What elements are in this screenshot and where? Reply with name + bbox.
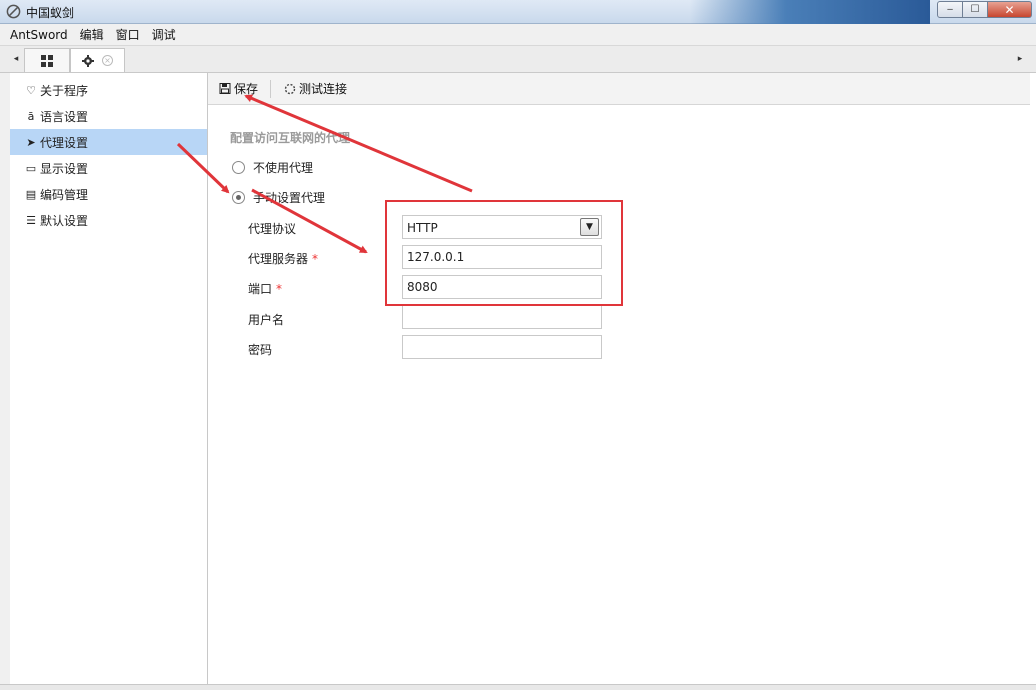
menubar: AntSword 编辑 窗口 调试 (0, 24, 1036, 46)
port-label: 端口 * (248, 280, 282, 297)
menu-window[interactable]: 窗口 (110, 26, 146, 43)
sliders-icon: ☰ (26, 213, 36, 227)
floppy-disk-icon (219, 83, 231, 94)
tab-close-icon[interactable]: × (102, 55, 113, 66)
save-label: 保存 (234, 82, 259, 96)
menu-debug[interactable]: 调试 (146, 26, 182, 43)
sidebar-item-about[interactable]: ♡ 关于程序 (10, 77, 207, 103)
proxy-settings-panel: 保存 测试连接 配置访问互联网的代理 不使用代理 手动设置代理 代理协议 HTT… (208, 73, 1030, 684)
maximize-button[interactable]: ☐ (963, 1, 988, 18)
sidebar-item-label: 关于程序 (40, 83, 89, 98)
sidebar-item-proxy[interactable]: ➤ 代理设置 (10, 129, 207, 155)
window-bottom-edge (0, 684, 1036, 690)
sidebar-item-encoding[interactable]: ▤ 编码管理 (10, 181, 207, 207)
minimize-button[interactable]: ‒ (937, 1, 963, 18)
manual-proxy-label: 手动设置代理 (253, 191, 326, 205)
window-controls: ‒ ☐ ✕ (937, 1, 1032, 18)
required-mark: * (312, 252, 319, 266)
sidebar-item-label: 编码管理 (40, 187, 89, 202)
required-mark: * (276, 282, 283, 296)
tab-scroll-right-icon[interactable]: ▸ (1012, 49, 1028, 69)
server-label: 代理服务器 * (248, 250, 318, 267)
sidebar-item-display[interactable]: ▭ 显示设置 (10, 155, 207, 181)
proxy-form-legend: 配置访问互联网的代理 (230, 131, 351, 145)
close-button[interactable]: ✕ (988, 1, 1032, 18)
sidebar-item-defaults[interactable]: ☰ 默认设置 (10, 207, 207, 233)
toolbar: 保存 测试连接 (208, 73, 1030, 105)
port-label-text: 端口 (248, 282, 273, 296)
username-input[interactable] (402, 305, 602, 329)
server-label-text: 代理服务器 (248, 252, 309, 266)
sidebar-item-label: 语言设置 (40, 109, 89, 124)
proxy-server-input[interactable] (402, 245, 602, 269)
no-proxy-label: 不使用代理 (253, 161, 314, 175)
test-connection-button[interactable]: 测试连接 (283, 80, 347, 97)
save-button[interactable]: 保存 (218, 80, 258, 97)
language-icon: ā (27, 109, 35, 123)
monitor-icon: ▭ (25, 161, 37, 175)
sidebar-item-language[interactable]: ā 语言设置 (10, 103, 207, 129)
spinner-icon (284, 83, 296, 94)
no-proxy-radio[interactable] (232, 161, 245, 174)
tab-settings[interactable]: × (70, 48, 125, 72)
window-title: 中国蚁剑 (26, 6, 75, 20)
manual-proxy-option[interactable]: 手动设置代理 (232, 189, 325, 206)
manual-proxy-radio[interactable] (232, 191, 245, 204)
sidebar-item-label: 显示设置 (40, 161, 89, 176)
grid-icon (41, 54, 53, 67)
password-label: 密码 (248, 343, 273, 357)
tab-scroll-left-icon[interactable]: ◂ (8, 49, 24, 69)
menu-edit[interactable]: 编辑 (74, 26, 110, 43)
protocol-label: 代理协议 (248, 222, 297, 236)
toolbar-divider (270, 79, 272, 98)
paper-plane-icon: ➤ (26, 135, 36, 149)
window-titlebar: 中国蚁剑 ‒ ☐ ✕ (0, 0, 1036, 24)
password-input[interactable] (402, 335, 602, 359)
test-connection-label: 测试连接 (299, 82, 348, 96)
no-proxy-option[interactable]: 不使用代理 (232, 159, 313, 176)
desktop-background (690, 0, 930, 24)
gear-icon (82, 54, 94, 67)
tabbar: ◂ × ▸ (0, 46, 1036, 73)
settings-sidebar: ♡ 关于程序 ā 语言设置 ➤ 代理设置 ▭ 显示设置 ▤ 编码管理 ☰ 默认设… (0, 73, 208, 684)
sidebar-item-label: 默认设置 (40, 213, 89, 228)
antsword-logo-icon (6, 4, 21, 19)
file-icon: ▤ (25, 187, 37, 201)
menu-antsword[interactable]: AntSword (4, 28, 74, 42)
chevron-down-icon[interactable]: ▼ (580, 218, 599, 236)
username-label: 用户名 (248, 313, 285, 327)
protocol-selected-value: HTTP (407, 221, 438, 235)
heart-icon: ♡ (26, 83, 36, 97)
sidebar-item-label: 代理设置 (40, 135, 89, 150)
tab-shell-list[interactable] (24, 48, 70, 72)
proxy-port-input[interactable] (402, 275, 602, 299)
protocol-select[interactable]: HTTP ▼ (402, 215, 602, 239)
